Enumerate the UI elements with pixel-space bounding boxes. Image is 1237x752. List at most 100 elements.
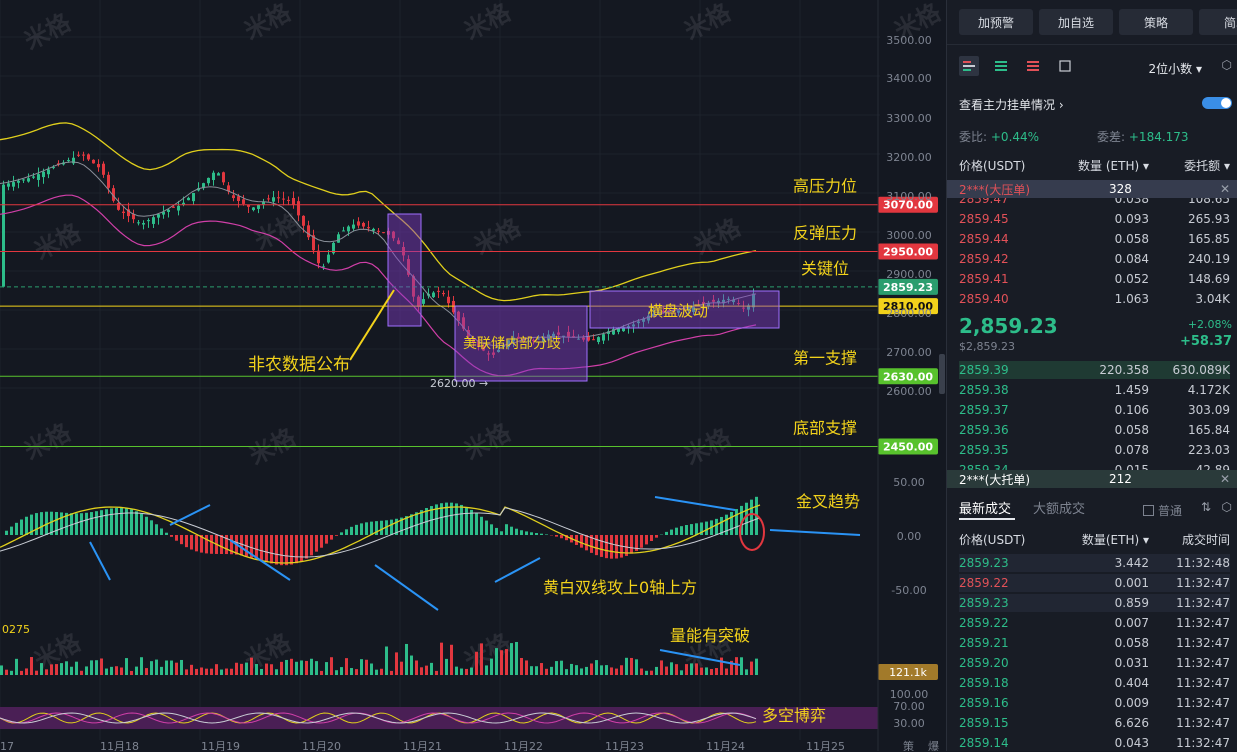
- volume-bar: [580, 668, 583, 675]
- trade-row[interactable]: 2859.220.00111:32:47: [959, 574, 1230, 592]
- close-icon[interactable]: ✕: [1220, 182, 1230, 196]
- ask-row[interactable]: 2859.420.084240.19: [959, 250, 1230, 268]
- change-abs: +58.37: [1180, 334, 1232, 349]
- price-tick: 3200.00: [886, 151, 932, 164]
- macd-bar: [610, 535, 613, 559]
- macd-bar: [360, 523, 363, 535]
- macd-bar: [350, 527, 353, 535]
- trade-row[interactable]: 2859.156.62611:32:47: [959, 714, 1230, 732]
- macd-bar: [330, 535, 333, 540]
- book-custom-icon[interactable]: [1055, 56, 1075, 76]
- date-tick: 11月21: [403, 740, 442, 751]
- macd-bar: [190, 535, 193, 550]
- lines-above-zero-label: 黄白双线攻上0轴上方: [543, 578, 697, 597]
- settings-icon[interactable]: ⬡: [1222, 58, 1232, 72]
- macd-bar: [695, 523, 698, 535]
- macd-bar: [505, 524, 508, 535]
- volume-bar: [125, 658, 128, 675]
- overview-button[interactable]: 简况: [1199, 9, 1237, 35]
- bid-row[interactable]: 2859.350.078223.03: [959, 441, 1230, 459]
- add-alert-button[interactable]: 加预警: [959, 9, 1033, 35]
- macd-bar: [100, 510, 103, 535]
- macd-bar: [180, 535, 183, 544]
- ask-row[interactable]: 2859.410.052148.69: [959, 270, 1230, 288]
- chart-canvas[interactable]: 米格米格米格米格米格米格米格米格米格米格米格米格米格米格米格米格米格米格米格 3…: [0, 0, 945, 751]
- trade-row[interactable]: 2859.200.03111:32:47: [959, 654, 1230, 672]
- candle-body: [367, 227, 370, 228]
- volume-bar: [520, 658, 523, 675]
- macd-bar: [285, 535, 288, 565]
- ask-row[interactable]: 2859.401.0633.04K: [959, 290, 1230, 308]
- bid-row[interactable]: 2859.370.106303.09: [959, 401, 1230, 419]
- level-value: 2630.00: [883, 370, 933, 383]
- macd-bar: [40, 512, 43, 535]
- big-bid-banner[interactable]: 2***(大托单) 212 ✕: [947, 470, 1237, 488]
- decimal-select[interactable]: 2位小数 ▾: [1149, 60, 1202, 77]
- bid-row[interactable]: 2859.360.058165.84: [959, 421, 1230, 439]
- candle-body: [122, 212, 125, 213]
- volume-bar: [495, 648, 498, 675]
- close-icon[interactable]: ✕: [1220, 472, 1230, 486]
- bid-row[interactable]: 2859.381.4594.172K: [959, 381, 1230, 399]
- macd-bar: [500, 531, 503, 535]
- volume-bar: [25, 668, 28, 675]
- macd-bar: [650, 535, 653, 541]
- macd-bar: [485, 521, 488, 535]
- trade-row[interactable]: 2859.180.40411:32:47: [959, 674, 1230, 692]
- checkbox-icon[interactable]: [1143, 505, 1154, 516]
- tab-large-trades[interactable]: 大额成交: [1033, 498, 1085, 517]
- ask-row[interactable]: 2859.450.093265.93: [959, 210, 1230, 228]
- macd-bar: [515, 529, 518, 535]
- tab-latest-trades[interactable]: 最新成交: [959, 498, 1011, 517]
- volume-bar: [75, 662, 78, 675]
- trade-row[interactable]: 2859.160.00911:32:47: [959, 694, 1230, 712]
- volume-bar: [695, 663, 698, 675]
- macd-tick: -50.00: [891, 584, 926, 597]
- book-bids-icon[interactable]: [991, 56, 1011, 76]
- kline-chart[interactable]: 米格米格米格米格米格米格米格米格米格米格米格米格米格米格米格米格米格米格米格 3…: [0, 0, 945, 751]
- macd-bar: [120, 508, 123, 535]
- settings-icon[interactable]: ⬡: [1222, 500, 1232, 514]
- candle-body: [177, 206, 180, 211]
- macd-bar: [725, 515, 728, 535]
- bid-row[interactable]: 2859.39220.358630.089K: [959, 361, 1230, 379]
- macd-bar: [455, 503, 458, 535]
- macd-bar: [520, 530, 523, 535]
- candle-body: [272, 197, 275, 201]
- date-tick: 11月20: [302, 740, 341, 751]
- macd-bar: [160, 528, 163, 535]
- volume-bar: [445, 659, 448, 675]
- depth-toggle[interactable]: [1202, 97, 1232, 109]
- diff: 委差: +184.173: [1097, 128, 1189, 145]
- candle-body: [167, 210, 170, 212]
- volume-bar: [665, 667, 668, 675]
- depth-link[interactable]: 查看主力挂单情况 ›: [959, 96, 1064, 113]
- macd-bar: [205, 535, 208, 553]
- trade-row[interactable]: 2859.233.44211:32:48: [959, 554, 1230, 572]
- macd-bar: [365, 522, 368, 535]
- macd-bar: [525, 531, 528, 535]
- trade-row[interactable]: 2859.220.00711:32:47: [959, 614, 1230, 632]
- book-both-icon[interactable]: [959, 56, 979, 76]
- price-tick: 3100.00: [886, 190, 932, 203]
- candle-body: [172, 207, 175, 208]
- ask-row[interactable]: 2859.440.058165.85: [959, 230, 1230, 248]
- macd-bar: [560, 535, 563, 538]
- add-watchlist-button[interactable]: 加自选: [1039, 9, 1113, 35]
- volume-bar: [20, 671, 23, 675]
- trade-row[interactable]: 2859.210.05811:32:47: [959, 634, 1230, 652]
- date-tick: 17: [0, 740, 14, 751]
- book-asks-icon[interactable]: [1023, 56, 1043, 76]
- strategy-button[interactable]: 策略: [1119, 9, 1193, 35]
- trade-row[interactable]: 2859.140.04311:32:47: [959, 734, 1230, 752]
- trade-row[interactable]: 2859.230.85911:32:47: [959, 594, 1230, 612]
- candle-body: [362, 223, 365, 227]
- candle-body: [137, 222, 140, 223]
- book-view-icons: [959, 56, 1075, 76]
- volume-bar: [400, 662, 403, 675]
- macd-bar: [80, 513, 83, 535]
- normal-checkbox[interactable]: 普通: [1143, 502, 1182, 519]
- filter-icon[interactable]: ⇅: [1201, 500, 1211, 514]
- volume-bar: [295, 662, 298, 675]
- big-ask-banner[interactable]: 2***(大压单) 328 ✕: [947, 180, 1237, 198]
